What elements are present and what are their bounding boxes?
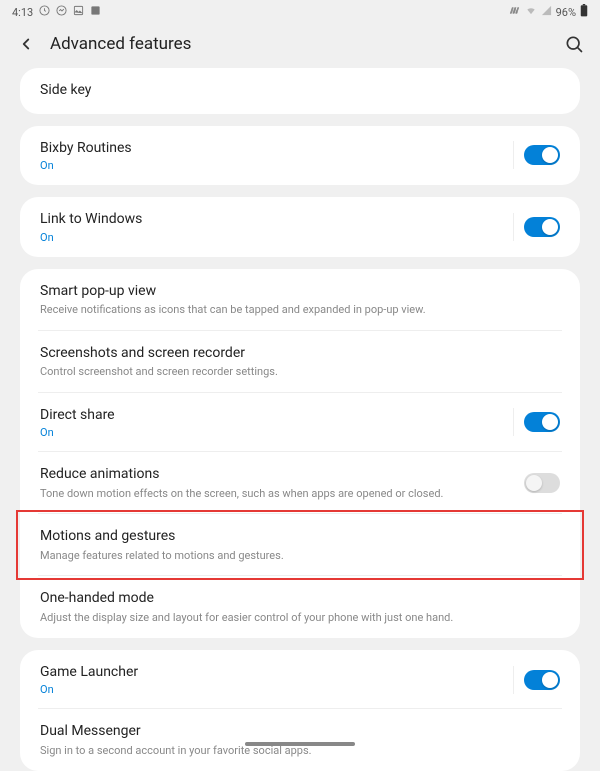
settings-item[interactable]: Motions and gestures Manage features rela… [20, 514, 580, 576]
settings-group: Side key [20, 68, 580, 114]
item-title: Smart pop-up view [40, 282, 560, 302]
toggle-knob [526, 475, 542, 491]
signal-icon [541, 5, 552, 19]
settings-item[interactable]: One-handed mode Adjust the display size a… [20, 576, 580, 638]
item-text: Bixby RoutinesOn [40, 139, 513, 173]
toggle-switch[interactable] [524, 145, 560, 165]
toggle-divider [513, 141, 514, 169]
item-subtitle: Receive notifications as icons that can … [40, 303, 560, 317]
item-status: On [40, 426, 513, 439]
toggle-switch[interactable] [524, 217, 560, 237]
settings-item[interactable]: Game LauncherOn [20, 650, 580, 710]
vibrate-icon [508, 5, 521, 19]
item-title: Bixby Routines [40, 139, 513, 159]
item-subtitle: Control screenshot and screen recorder s… [40, 365, 560, 379]
settings-group: Game LauncherOn Dual Messenger Sign in to … [20, 650, 580, 771]
toggle-knob [542, 219, 558, 235]
settings-group: Link to WindowsOn [20, 197, 580, 257]
item-subtitle: Manage features related to motions and g… [40, 549, 560, 563]
settings-item[interactable]: Direct shareOn [20, 393, 580, 453]
toggle-knob [542, 147, 558, 163]
wifi-icon [525, 5, 537, 19]
nav-indicator[interactable] [245, 742, 355, 746]
toggle-wrap [513, 141, 560, 169]
item-text: Link to WindowsOn [40, 210, 513, 244]
battery-icon [580, 4, 588, 20]
header: Advanced features [0, 24, 600, 68]
toggle-divider [513, 666, 514, 694]
item-title: One-handed mode [40, 589, 560, 609]
status-bar: 4:13 96% [0, 0, 600, 24]
item-text: Screenshots and screen recorderControl s… [40, 344, 560, 380]
item-status: On [40, 159, 513, 172]
item-title: Direct share [40, 406, 513, 426]
back-button[interactable] [16, 34, 36, 54]
toggle-switch[interactable] [524, 670, 560, 690]
settings-item[interactable]: Screenshots and screen recorderControl s… [20, 331, 580, 393]
item-title: Side key [40, 81, 560, 101]
item-title: Motions and gestures [40, 527, 560, 547]
toggle-knob [542, 414, 558, 430]
toggle-wrap [513, 666, 560, 694]
item-subtitle: Adjust the display size and layout for e… [40, 611, 560, 625]
toggle-wrap [524, 473, 560, 493]
toggle-wrap [513, 408, 560, 436]
toggle-wrap [513, 213, 560, 241]
toggle-divider [513, 213, 514, 241]
item-text: Side key [40, 81, 560, 101]
toggle-switch[interactable] [524, 412, 560, 432]
item-text: Dual Messenger Sign in to a second accoun… [40, 722, 560, 758]
item-title: Dual Messenger [40, 722, 560, 742]
messenger-icon [56, 5, 67, 19]
item-text: Smart pop-up viewReceive notifications a… [40, 282, 560, 318]
search-button[interactable] [564, 34, 584, 54]
settings-group: Bixby RoutinesOn [20, 126, 580, 186]
toggle-knob [542, 672, 558, 688]
item-status: On [40, 683, 513, 696]
settings-item[interactable]: Smart pop-up viewReceive notifications a… [20, 269, 580, 331]
status-right: 96% [508, 4, 588, 20]
search-icon [564, 34, 584, 54]
toggle-switch[interactable] [524, 473, 560, 493]
settings-group: Smart pop-up viewReceive notifications a… [20, 269, 580, 638]
item-status: On [40, 231, 513, 244]
status-time: 4:13 [12, 6, 33, 19]
item-title: Screenshots and screen recorder [40, 344, 560, 364]
settings-item[interactable]: Reduce animations Tone down motion effect… [20, 452, 580, 514]
item-subtitle: Tone down motion effects on the screen, … [40, 487, 524, 501]
settings-item[interactable]: Side key [20, 68, 580, 114]
page-title: Advanced features [50, 34, 550, 54]
app-icon [90, 5, 101, 19]
item-title: Link to Windows [40, 210, 513, 230]
chevron-left-icon [17, 35, 35, 53]
item-text: Game LauncherOn [40, 663, 513, 697]
settings-item[interactable]: Dual Messenger Sign in to a second accoun… [20, 709, 580, 771]
toggle-divider [513, 408, 514, 436]
item-text: One-handed mode Adjust the display size a… [40, 589, 560, 625]
battery-percent: 96% [556, 6, 576, 19]
settings-list: Side keyBixby RoutinesOnLink to WindowsO… [0, 68, 600, 771]
settings-item[interactable]: Link to WindowsOn [20, 197, 580, 257]
item-text: Motions and gestures Manage features rela… [40, 527, 560, 563]
status-left: 4:13 [12, 5, 101, 19]
gallery-icon [73, 5, 84, 19]
settings-item[interactable]: Bixby RoutinesOn [20, 126, 580, 186]
item-text: Direct shareOn [40, 406, 513, 440]
item-title: Game Launcher [40, 663, 513, 683]
clock-icon [39, 5, 50, 19]
item-subtitle: Sign in to a second account in your favo… [40, 744, 560, 758]
item-text: Reduce animations Tone down motion effect… [40, 465, 524, 501]
item-title: Reduce animations [40, 465, 524, 485]
